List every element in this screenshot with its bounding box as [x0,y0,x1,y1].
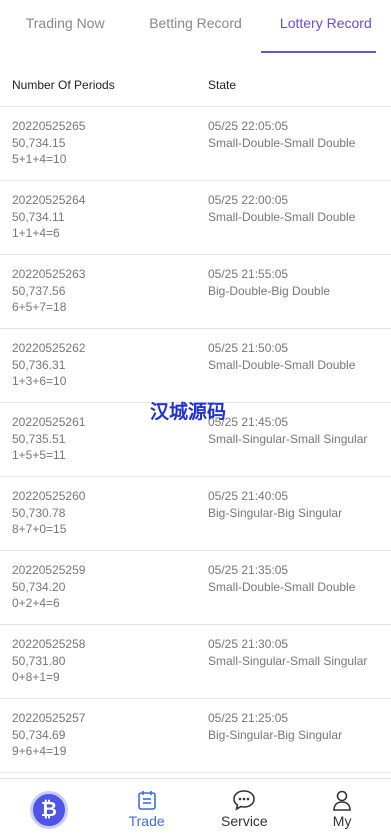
digit-sum: 1+1+4=6 [12,226,60,240]
draw-state: Small-Double-Small Double [208,210,356,224]
user-icon [333,790,351,811]
draw-state: Small-Double-Small Double [208,358,356,372]
table-row: 20220525262 50,736.31 1+3+6=10 05/25 21:… [0,329,391,403]
draw-time: 05/25 21:55:05 [208,267,289,281]
bottom-nav: ₿ Trade Service My [0,778,391,834]
digit-sum: 6+5+7=18 [12,300,67,314]
price-value: 50,734.15 [12,136,66,150]
nav-home[interactable]: ₿ [0,779,98,834]
table-row: 20220525258 50,731.80 0+8+1=9 05/25 21:3… [0,625,391,699]
price-value: 50,735.51 [12,432,66,446]
nav-trade[interactable]: Trade [98,779,196,834]
draw-time: 05/25 21:35:05 [208,563,289,577]
bitcoin-icon: ₿ [29,791,68,829]
nav-service[interactable]: Service [196,779,294,834]
table-row: 20220525257 50,734.69 9+6+4=19 05/25 21:… [0,699,391,773]
draw-state: Small-Singular-Small Singular [208,654,368,668]
price-value: 50,730.78 [12,506,66,520]
period-number: 20220525259 [12,563,86,577]
nav-my[interactable]: My [293,779,391,834]
table-row: 20220525264 50,734.11 1+1+4=6 05/25 22:0… [0,181,391,255]
price-value: 50,731.80 [12,654,66,668]
period-number: 20220525265 [12,119,86,133]
digit-sum: 1+3+6=10 [12,374,67,388]
tab-betting-record[interactable]: Betting Record [130,0,260,50]
period-number: 20220525262 [12,341,86,355]
draw-time: 05/25 21:25:05 [208,711,289,725]
draw-time: 05/25 21:30:05 [208,637,289,651]
column-header-state: State [208,78,237,92]
draw-time: 05/25 22:05:05 [208,119,289,133]
tab-lottery-record[interactable]: Lottery Record [260,0,391,53]
nav-trade-label: Trade [128,813,165,829]
price-value: 50,736.31 [12,358,66,372]
table-row: 20220525263 50,737.56 6+5+7=18 05/25 21:… [0,255,391,329]
chat-icon [233,790,256,811]
draw-state: Big-Double-Big Double [208,284,331,298]
draw-state: Small-Singular-Small Singular [208,432,368,446]
draw-time: 05/25 22:00:05 [208,193,289,207]
digit-sum: 0+2+4=6 [12,596,60,610]
period-number: 20220525261 [12,415,86,429]
period-number: 20220525263 [12,267,86,281]
period-number: 20220525257 [12,711,86,725]
column-header-periods: Number Of Periods [12,78,115,92]
nav-service-label: Service [221,813,268,829]
draw-state: Small-Double-Small Double [208,136,356,150]
digit-sum: 8+7+0=15 [12,522,67,536]
table-row: 20220525265 50,734.15 5+1+4=10 05/25 22:… [0,107,391,181]
record-list: 20220525265 50,734.15 5+1+4=10 05/25 22:… [0,107,391,773]
table-row: 20220525260 50,730.78 8+7+0=15 05/25 21:… [0,477,391,551]
price-value: 50,737.56 [12,284,66,298]
nav-my-label: My [332,813,352,829]
table-row: 20220525259 50,734.20 0+2+4=6 05/25 21:3… [0,551,391,625]
draw-time: 05/25 21:50:05 [208,341,289,355]
digit-sum: 0+8+1=9 [12,670,60,684]
draw-state: Small-Double-Small Double [208,580,356,594]
table-header: Number Of Periods State [0,64,391,107]
price-value: 50,734.11 [12,210,65,224]
digit-sum: 5+1+4=10 [12,152,67,166]
digit-sum: 9+6+4=19 [12,744,67,758]
price-value: 50,734.20 [12,580,66,594]
tab-bar: Trading Now Betting Record Lottery Recor… [0,0,391,53]
period-number: 20220525264 [12,193,86,207]
draw-state: Big-Singular-Big Singular [208,506,343,520]
period-number: 20220525258 [12,637,86,651]
watermark-text: 汉城源码 [150,402,227,423]
trade-icon [137,791,156,810]
tab-trading-now[interactable]: Trading Now [0,0,130,50]
digit-sum: 1+5+5=11 [12,448,66,462]
draw-state: Big-Singular-Big Singular [208,728,343,742]
period-number: 20220525260 [12,489,86,503]
draw-time: 05/25 21:40:05 [208,489,289,503]
price-value: 50,734.69 [12,728,66,742]
